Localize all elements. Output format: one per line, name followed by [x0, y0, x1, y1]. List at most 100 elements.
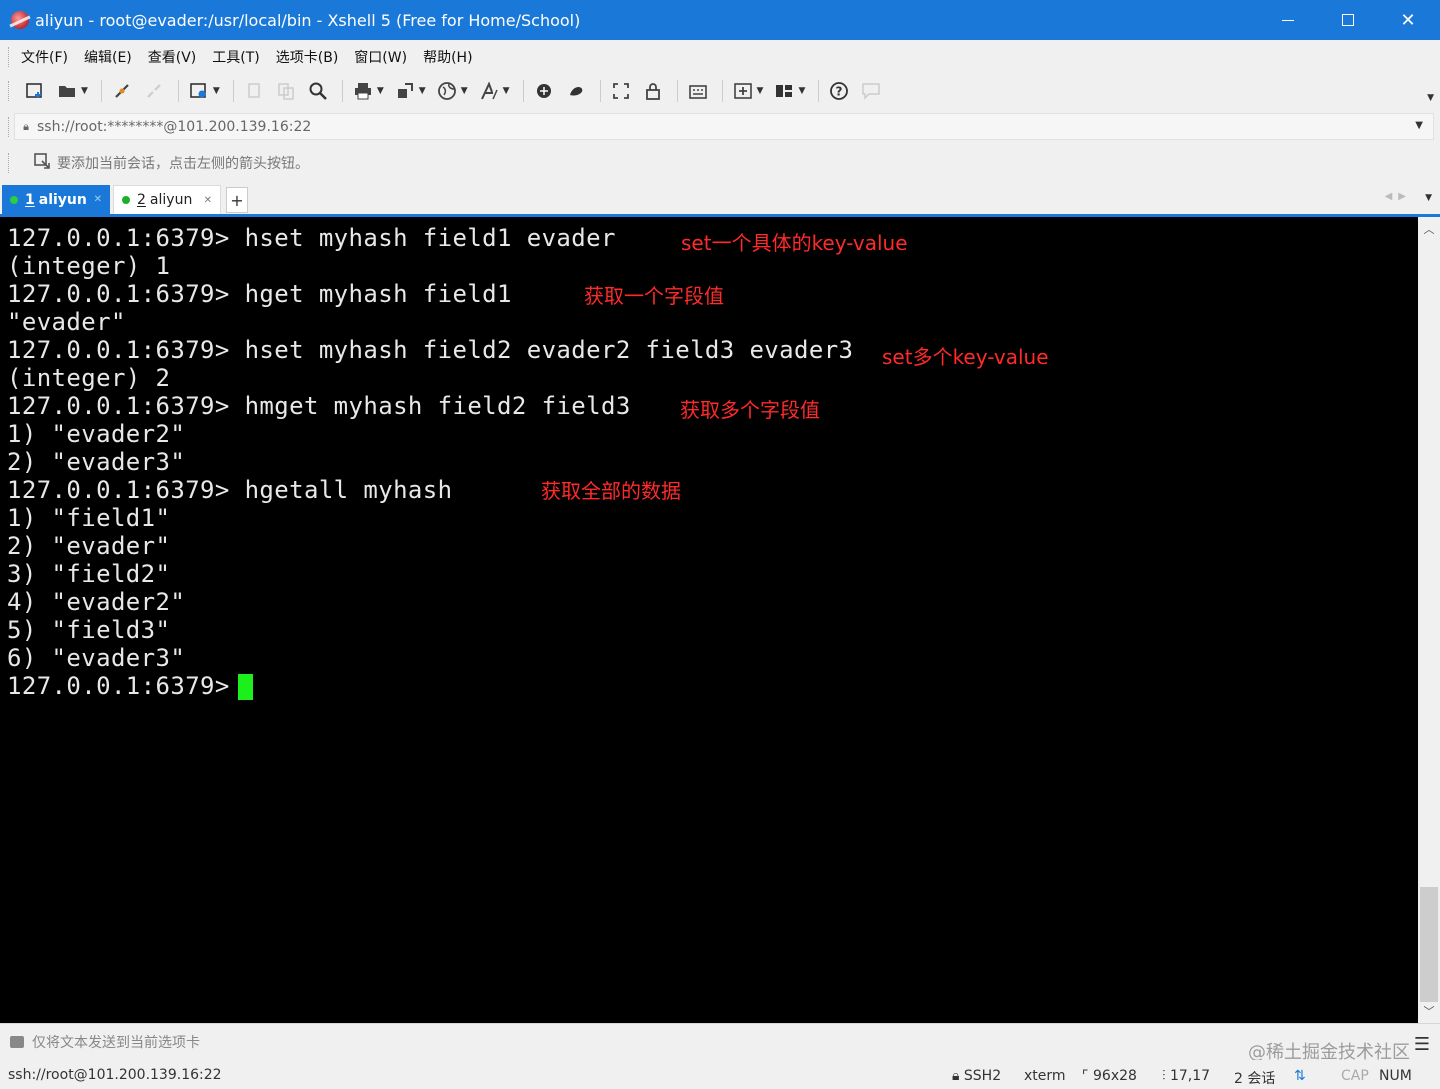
scroll-down-icon[interactable]: ﹀ — [1418, 1003, 1440, 1019]
chevron-down-icon: ▼ — [460, 86, 468, 96]
toolbar-separator — [177, 80, 179, 102]
tab-label: aliyun — [149, 192, 193, 208]
copy-button[interactable] — [240, 77, 268, 105]
address-grip — [8, 116, 11, 137]
transfer-icon — [394, 80, 416, 102]
padlock-icon: 🔒︎ — [23, 119, 29, 133]
encoding-button[interactable]: ▼ — [433, 77, 471, 105]
add-tab-button[interactable]: + — [226, 187, 248, 213]
scroll-up-icon[interactable]: ︿ — [1418, 221, 1440, 237]
scroll-thumb[interactable] — [1420, 887, 1438, 1002]
fullscreen-button[interactable] — [607, 77, 635, 105]
add-session-arrow-icon[interactable] — [33, 152, 51, 174]
new-tab-button[interactable]: ▼ — [729, 77, 767, 105]
lock-button[interactable] — [639, 77, 667, 105]
menu-tabs[interactable]: 选项卡(B) — [276, 47, 339, 67]
layout-button[interactable]: ▼ — [770, 77, 808, 105]
transfer-button[interactable]: ▼ — [391, 77, 429, 105]
menu-edit[interactable]: 编辑(E) — [84, 47, 132, 67]
paste-button[interactable] — [272, 77, 300, 105]
menu-window[interactable]: 窗口(W) — [354, 47, 407, 67]
tab-list-chevron-icon[interactable]: ▼ — [1425, 193, 1432, 203]
terminal-area[interactable]: 127.0.0.1:6379> hset myhash field1 evade… — [0, 217, 1418, 1023]
chevron-down-icon[interactable]: ▼ — [1415, 120, 1423, 131]
chevron-down-icon: ▼ — [212, 86, 220, 96]
terminal-line: 1) "evader2" — [7, 420, 186, 448]
paste-icon — [275, 80, 297, 102]
maximize-button[interactable] — [1318, 0, 1378, 40]
minimize-button[interactable] — [1258, 0, 1318, 40]
menu-file[interactable]: 文件(F) — [21, 47, 68, 67]
connected-status-icon — [10, 195, 18, 204]
tab-bar: 1 aliyun ✕ 2 aliyun ✕ + ◀▶ ▼ — [0, 182, 1440, 217]
toolbar-separator — [599, 80, 601, 102]
status-connection: ssh://root@101.200.139.16:22 — [8, 1066, 222, 1083]
toolbar-separator — [676, 80, 678, 102]
properties-button[interactable]: ▼ — [185, 77, 223, 105]
chevron-down-icon: ▼ — [418, 86, 426, 96]
print-button[interactable]: ▼ — [349, 77, 387, 105]
layout-icon — [773, 80, 795, 102]
tab-scroll-arrows-icon[interactable]: ◀▶ — [1385, 191, 1412, 202]
tab-session-1[interactable]: 1 aliyun ✕ — [2, 185, 110, 214]
size-icon: ⌜ — [1082, 1068, 1089, 1084]
position-icon: ⫶ — [1162, 1068, 1166, 1084]
keyboard-button[interactable] — [684, 77, 712, 105]
close-icon[interactable]: ✕ — [204, 195, 212, 206]
toolbar-separator — [818, 80, 820, 102]
keyboard-icon — [687, 80, 709, 102]
close-button[interactable]: ✕ — [1378, 0, 1438, 40]
find-icon — [307, 80, 329, 102]
status-num: NUM — [1379, 1068, 1412, 1084]
menu-help[interactable]: 帮助(H) — [423, 47, 472, 67]
status-size: ⌜ 96x28 — [1082, 1068, 1137, 1084]
toolbar-overflow-icon[interactable]: ▼ — [1427, 93, 1434, 103]
close-icon: ✕ — [1400, 9, 1416, 31]
address-value: ssh://root:********@101.200.139.16:22 — [37, 118, 312, 135]
compose-icon — [10, 1036, 24, 1048]
toolbar-separator — [522, 80, 524, 102]
connected-status-icon — [122, 196, 130, 204]
menu-lines-icon[interactable]: ☰ — [1414, 1034, 1430, 1055]
terminal-line: 1) "field1" — [7, 504, 171, 532]
status-lock-icon: 🔒︎ — [952, 1068, 960, 1084]
terminal-line: 127.0.0.1:6379> hset myhash field2 evade… — [7, 336, 854, 364]
open-folder-icon — [56, 80, 78, 102]
compose-bar[interactable]: 仅将文本发送到当前选项卡 @稀土掘金技术社区 ☰ — [0, 1023, 1440, 1063]
open-session-button[interactable]: ▼ — [53, 77, 91, 105]
xftp-icon — [533, 80, 555, 102]
terminal-line: (integer) 1 — [7, 252, 171, 280]
status-cursor-position: ⫶ 17,17 — [1162, 1068, 1210, 1084]
find-button[interactable] — [304, 77, 332, 105]
disconnect-button[interactable] — [140, 77, 168, 105]
terminal-line: 2) "evader" — [7, 532, 171, 560]
chevron-down-icon: ▼ — [81, 86, 88, 96]
xmanager-button[interactable] — [562, 77, 590, 105]
terminal-cursor — [238, 674, 253, 700]
chevron-down-icon: ▼ — [376, 86, 384, 96]
title-bar: aliyun - root@evader:/usr/local/bin - Xs… — [0, 0, 1440, 40]
address-field[interactable]: 🔒︎ ssh://root:********@101.200.139.16:22… — [14, 113, 1434, 140]
toolbar-separator — [100, 80, 102, 102]
connect-icon — [111, 80, 133, 102]
font-button[interactable]: ▼ — [475, 77, 513, 105]
new-session-button[interactable] — [21, 77, 49, 105]
properties-icon — [188, 80, 210, 102]
menu-view[interactable]: 查看(V) — [148, 47, 197, 67]
reconnect-button[interactable] — [108, 77, 136, 105]
toolbar-separator — [232, 80, 234, 102]
address-bar: 🔒︎ ssh://root:********@101.200.139.16:22… — [0, 109, 1440, 144]
menu-bar: 文件(F) 编辑(E) 查看(V) 工具(T) 选项卡(B) 窗口(W) 帮助(… — [0, 40, 1440, 73]
close-icon[interactable]: ✕ — [94, 194, 102, 205]
xftp-button[interactable] — [530, 77, 558, 105]
toolbar: ▼ ▼ ▼ ▼ ▼ ▼ ▼ ▼ ? ▼ — [0, 73, 1440, 109]
menu-tools[interactable]: 工具(T) — [212, 47, 259, 67]
svg-text:?: ? — [836, 85, 843, 99]
terminal-scrollbar[interactable]: ︿ ﹀ — [1418, 217, 1440, 1023]
tab-session-2[interactable]: 2 aliyun ✕ — [113, 185, 221, 214]
chevron-down-icon: ▼ — [502, 86, 510, 96]
status-protocol: 🔒︎ SSH2 — [952, 1068, 1001, 1084]
chat-button[interactable] — [857, 77, 885, 105]
new-session-icon — [24, 80, 46, 102]
help-button[interactable]: ? — [825, 77, 853, 105]
